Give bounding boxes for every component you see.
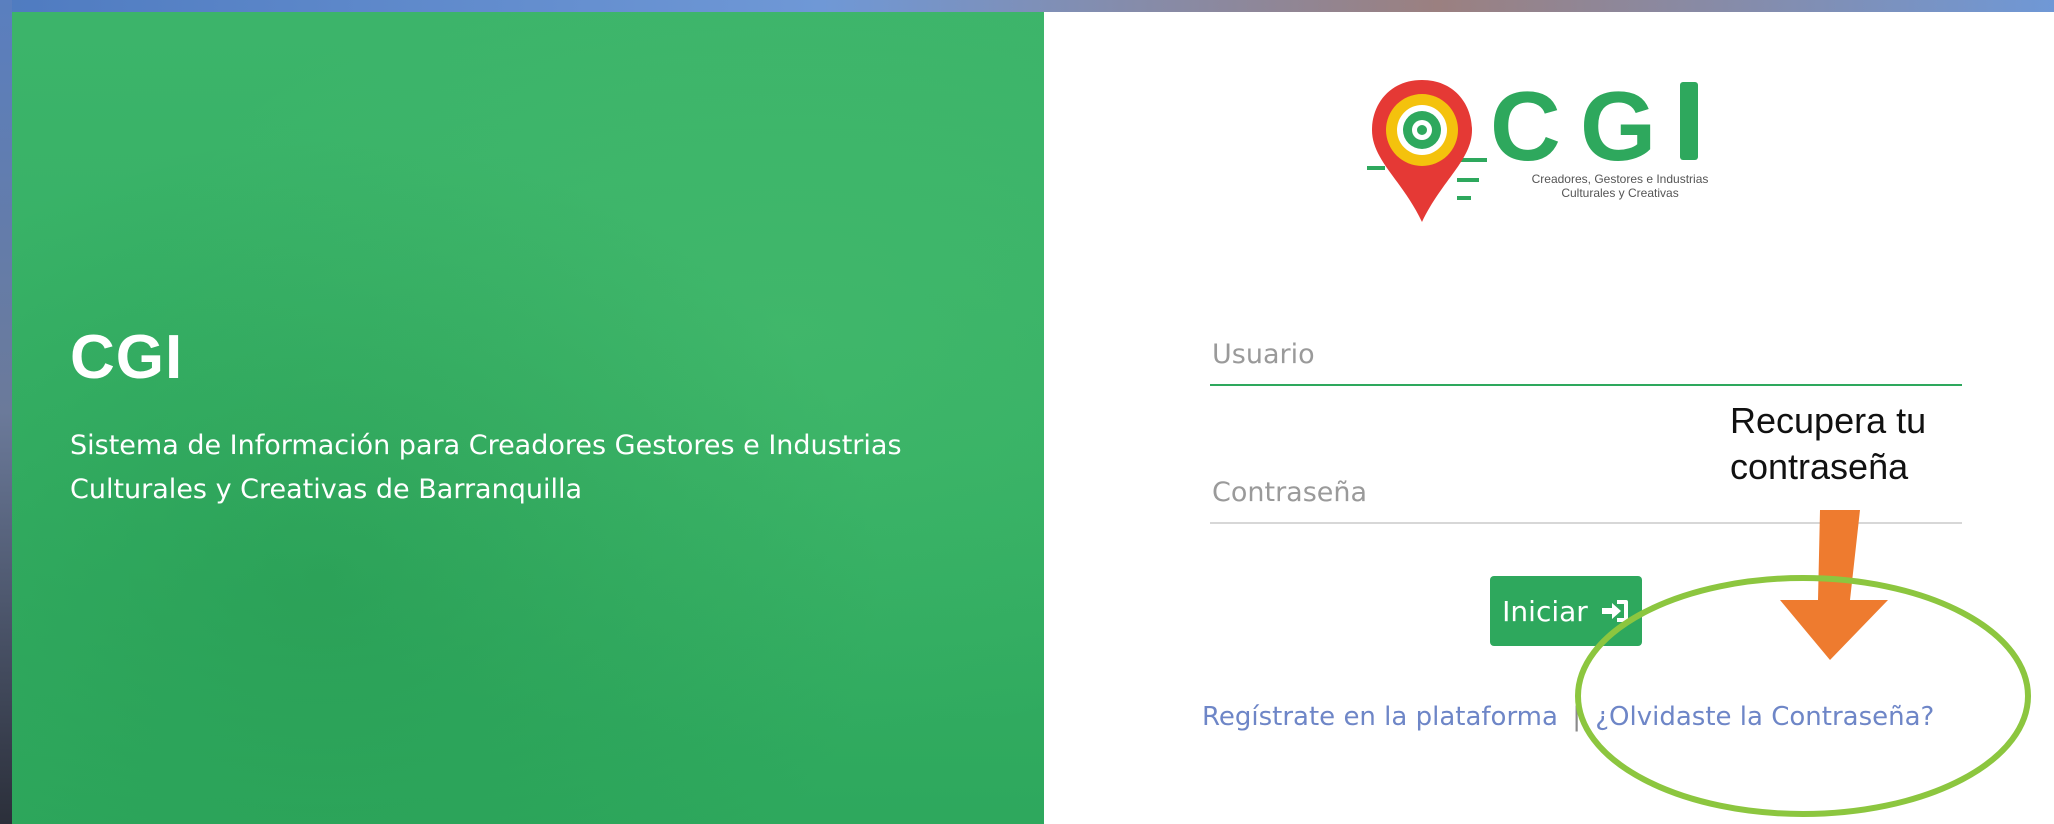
svg-text:C: C: [1490, 71, 1561, 181]
annotation-line-2: contraseña: [1730, 446, 1909, 487]
register-link[interactable]: Regístrate en la plataforma: [1202, 702, 1558, 732]
logo-subtitle: Creadores, Gestores e Industrias Cultura…: [1500, 172, 1740, 200]
hero-panel: CGI Sistema de Información para Creadore…: [12, 12, 1044, 824]
cgi-logo-graphic: C G: [1367, 71, 1698, 222]
annotation-highlight-ellipse: [1575, 575, 2031, 817]
logo-subtitle-line-1: Creadores, Gestores e Industrias: [1531, 172, 1709, 186]
username-input[interactable]: [1210, 324, 1966, 384]
window-top-edge: [0, 0, 2054, 12]
logo-subtitle-line-2: Culturales y Creativas: [1561, 186, 1679, 200]
annotation-line-1: Recupera tu: [1730, 400, 1927, 441]
hero-title: CGI: [70, 323, 184, 392]
username-field-wrapper: [1210, 324, 1966, 386]
cgi-logo: C G Creadores, Gestores e Industrias Cul…: [1362, 60, 1782, 240]
window-left-edge: [0, 0, 12, 824]
svg-text:G: G: [1580, 71, 1656, 181]
annotation-callout: Recupera tu contraseña: [1730, 398, 1970, 490]
hero-description: Sistema de Información para Creadores Ge…: [70, 430, 902, 505]
